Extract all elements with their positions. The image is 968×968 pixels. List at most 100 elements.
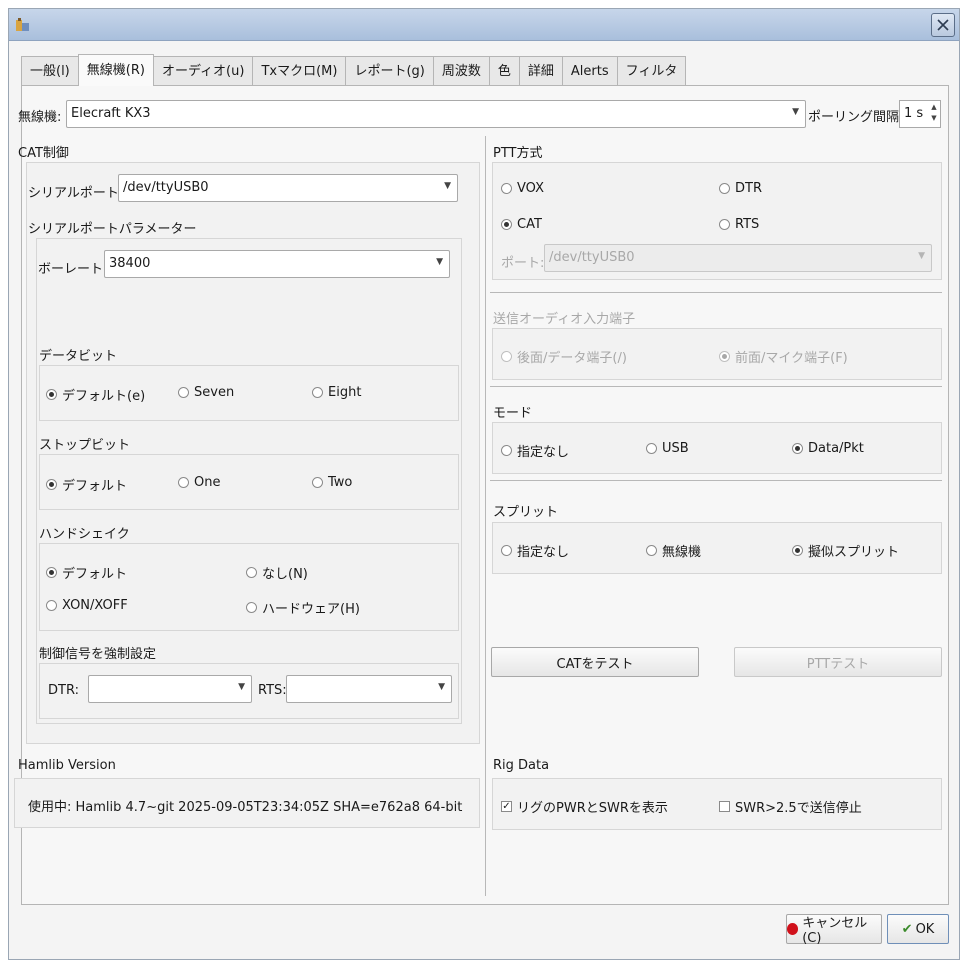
databits-default-radio[interactable]: デフォルト(e) <box>46 385 145 404</box>
tab-alerts[interactable]: Alerts <box>561 56 618 86</box>
chevron-down-icon: ▼ <box>792 107 799 117</box>
separator <box>490 480 942 481</box>
audio-front-label: 前面/マイク端子(F) <box>735 351 848 366</box>
spin-down-icon[interactable]: ▼ <box>929 114 939 122</box>
swr-stop-label: SWR>2.5で送信停止 <box>735 801 862 816</box>
test-ptt-button[interactable]: PTTテスト <box>734 647 942 677</box>
split-rig-radio[interactable]: 無線機 <box>646 541 701 560</box>
radio-dot <box>792 443 803 454</box>
show-pwr-swr-label: リグのPWRとSWRを表示 <box>517 801 668 816</box>
cancel-icon <box>787 923 799 935</box>
radio-dot <box>501 351 512 362</box>
stopbits-one-radio[interactable]: One <box>178 475 220 490</box>
stopbits-title: ストップビット <box>39 438 131 453</box>
mode-usb-radio[interactable]: USB <box>646 441 689 456</box>
stopbits-default-radio[interactable]: デフォルト <box>46 475 127 494</box>
tab-radio[interactable]: 無線機(R) <box>77 54 154 86</box>
audio-input-title: 送信オーディオ入力端子 <box>493 312 636 327</box>
handshake-xonxoff-radio[interactable]: XON/XOFF <box>46 598 128 613</box>
tab-general[interactable]: 一般(l) <box>21 56 79 86</box>
ptt-dtr-label: DTR <box>735 181 762 196</box>
split-none-radio[interactable]: 指定なし <box>501 541 569 560</box>
split-title: スプリット <box>493 505 559 520</box>
baud-select[interactable]: 38400 ▼ <box>104 250 450 278</box>
tab-colors[interactable]: 色 <box>488 56 520 86</box>
ptt-rts-radio[interactable]: RTS <box>719 217 759 232</box>
stopbits-two-radio[interactable]: Two <box>312 475 352 490</box>
show-pwr-swr-checkbox[interactable]: ✓ リグのPWRとSWRを表示 <box>501 797 668 816</box>
databits-seven-label: Seven <box>194 385 235 400</box>
chevron-down-icon: ▼ <box>238 682 245 692</box>
radio-dot <box>46 567 57 578</box>
rts-select[interactable]: ▼ <box>286 675 452 703</box>
handshake-hardware-radio[interactable]: ハードウェア(H) <box>246 598 360 617</box>
ptt-vox-radio[interactable]: VOX <box>501 181 544 196</box>
radio-dot <box>246 602 257 613</box>
handshake-hardware-label: ハードウェア(H) <box>262 602 360 617</box>
audio-rear-radio[interactable]: 後面/データ端子(/) <box>501 347 627 366</box>
radio-dot <box>178 477 189 488</box>
tab-audio[interactable]: オーディオ(u) <box>152 56 254 86</box>
radio-dot <box>312 477 323 488</box>
chevron-down-icon: ▼ <box>438 682 445 692</box>
databits-seven-radio[interactable]: Seven <box>178 385 234 400</box>
polling-interval-spinbox[interactable]: 1 s ▲ ▼ <box>899 100 941 128</box>
ptt-port-select[interactable]: /dev/ttyUSB0 ▼ <box>544 244 932 272</box>
split-rig-label: 無線機 <box>662 545 702 560</box>
rigdata-title: Rig Data <box>493 758 550 773</box>
radio-dot <box>46 389 57 400</box>
swr-stop-checkbox[interactable]: SWR>2.5で送信停止 <box>719 797 862 816</box>
split-none-label: 指定なし <box>517 545 570 560</box>
radio-dot <box>501 445 512 456</box>
hamlib-version-text: 使用中: Hamlib 4.7~git 2025-09-05T23:34:05Z… <box>28 800 463 815</box>
radio-dot <box>312 387 323 398</box>
radio-dot <box>501 219 512 230</box>
tab-filters[interactable]: フィルタ <box>616 56 687 86</box>
polling-interval-value: 1 s <box>904 106 924 121</box>
handshake-none-radio[interactable]: なし(N) <box>246 563 308 582</box>
audio-front-radio[interactable]: 前面/マイク端子(F) <box>719 347 848 366</box>
ptt-title: PTT方式 <box>493 146 543 161</box>
tab-advanced[interactable]: 詳細 <box>518 56 563 86</box>
mode-title: モード <box>493 406 533 421</box>
baud-value: 38400 <box>109 256 151 271</box>
radio-dot <box>719 219 730 230</box>
ptt-port-value: /dev/ttyUSB0 <box>549 250 635 265</box>
dtr-select[interactable]: ▼ <box>88 675 252 703</box>
radio-dot <box>46 479 57 490</box>
radio-dot <box>246 567 257 578</box>
ptt-dtr-radio[interactable]: DTR <box>719 181 762 196</box>
polling-label: ポーリング間隔: <box>808 110 904 125</box>
settings-dialog: 一般(l) 無線機(R) オーディオ(u) Txマクロ(M) レポート(g) 周… <box>8 8 960 960</box>
force-lines-title: 制御信号を強制設定 <box>39 647 157 662</box>
stopbits-two-label: Two <box>328 475 353 490</box>
serial-port-select[interactable]: /dev/ttyUSB0 ▼ <box>118 174 458 202</box>
close-icon <box>937 19 949 31</box>
rts-label: RTS: <box>258 683 287 698</box>
test-cat-button[interactable]: CATをテスト <box>491 647 699 677</box>
cancel-button[interactable]: キャンセル(C) <box>786 914 882 946</box>
databits-default-label: デフォルト(e) <box>62 389 146 404</box>
audio-rear-label: 後面/データ端子(/) <box>517 351 627 366</box>
mode-none-radio[interactable]: 指定なし <box>501 441 569 460</box>
handshake-default-radio[interactable]: デフォルト <box>46 563 127 582</box>
handshake-none-label: なし(N) <box>262 567 308 582</box>
spin-up-icon[interactable]: ▲ <box>929 103 939 111</box>
databits-title: データビット <box>39 349 118 364</box>
split-fake-radio[interactable]: 擬似スプリット <box>792 541 899 560</box>
ptt-port-label: ポート: <box>501 256 545 271</box>
ok-button[interactable]: ✔ OK <box>887 914 949 944</box>
mode-none-label: 指定なし <box>517 445 570 460</box>
radio-dot <box>178 387 189 398</box>
close-button[interactable] <box>931 13 955 37</box>
separator <box>490 386 942 387</box>
radio-select[interactable]: Elecraft KX3 ▼ <box>66 100 806 128</box>
stopbits-one-label: One <box>194 475 221 490</box>
tab-tx-macros[interactable]: Txマクロ(M) <box>252 56 347 86</box>
databits-eight-radio[interactable]: Eight <box>312 385 361 400</box>
tab-frequencies[interactable]: 周波数 <box>432 56 490 86</box>
ptt-cat-label: CAT <box>517 217 542 232</box>
mode-datapkt-radio[interactable]: Data/Pkt <box>792 441 864 456</box>
ptt-cat-radio[interactable]: CAT <box>501 217 542 232</box>
tab-reporting[interactable]: レポート(g) <box>345 56 434 86</box>
